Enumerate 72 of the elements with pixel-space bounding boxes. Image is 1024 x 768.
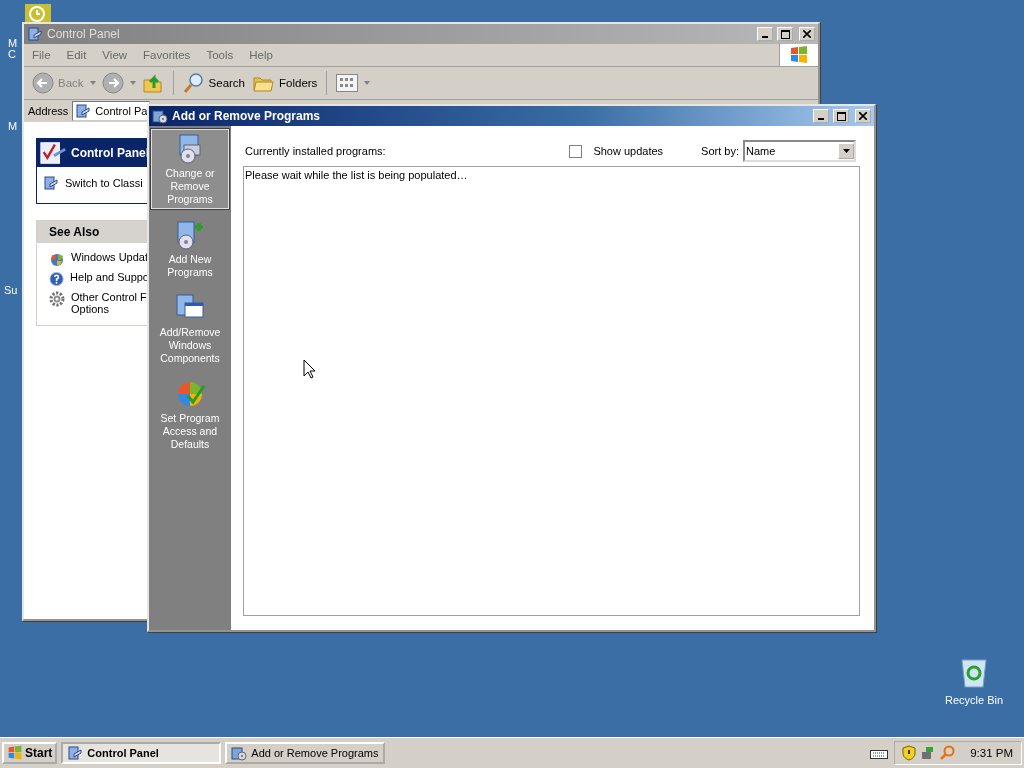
sidebar-item[interactable]: Add New Programs bbox=[151, 215, 229, 282]
search-button[interactable]: Search bbox=[180, 70, 247, 96]
maximize-button[interactable] bbox=[777, 27, 793, 41]
desktop-icon-label: C bbox=[8, 48, 16, 60]
keyboard-icon[interactable] bbox=[870, 747, 889, 759]
taskbar-button[interactable]: Control Panel bbox=[61, 742, 222, 764]
caret-icon bbox=[129, 81, 136, 85]
close-button[interactable] bbox=[799, 27, 815, 41]
program-box-icon bbox=[152, 108, 168, 124]
maximize-button[interactable] bbox=[833, 109, 849, 123]
program-box-icon bbox=[231, 745, 248, 761]
menu-item[interactable]: File bbox=[24, 49, 59, 61]
windows-flag-icon bbox=[7, 745, 23, 761]
dropdown-arrow-icon bbox=[842, 149, 850, 153]
see-also-link[interactable]: Windows Updat bbox=[49, 251, 149, 267]
address-field[interactable]: Control Pa bbox=[72, 101, 151, 121]
view-link[interactable]: Switch to Classi bbox=[37, 167, 149, 203]
close-button[interactable] bbox=[855, 109, 871, 123]
list-heading: Currently installed programs: bbox=[245, 145, 386, 157]
globe-icon bbox=[49, 251, 65, 267]
window-title: Add or Remove Programs bbox=[172, 109, 322, 123]
checklist-icon bbox=[39, 140, 67, 166]
gear-icon bbox=[49, 291, 65, 307]
sort-dropdown[interactable]: Name bbox=[743, 140, 856, 162]
start-button[interactable]: Start bbox=[2, 742, 58, 764]
see-also-link[interactable]: Help and Suppo bbox=[49, 271, 149, 287]
close-icon bbox=[803, 30, 811, 38]
mouse-pointer-icon bbox=[303, 359, 315, 379]
windows-flag-icon bbox=[789, 45, 809, 65]
menu-item[interactable]: Edit bbox=[58, 49, 95, 61]
see-also-link[interactable]: Other Control F Options bbox=[49, 291, 149, 315]
sidebar-item[interactable]: Set Program Access and Defaults bbox=[151, 374, 229, 454]
close-icon bbox=[859, 112, 867, 120]
views-icon bbox=[336, 74, 359, 92]
minimize-button[interactable] bbox=[757, 27, 773, 41]
menu-item[interactable]: View bbox=[94, 49, 136, 61]
checkbox[interactable] bbox=[569, 144, 583, 158]
caret-icon bbox=[364, 81, 371, 85]
shield-icon[interactable] bbox=[901, 745, 918, 761]
desktop-icon-label: Su bbox=[4, 284, 18, 296]
folders-button[interactable]: Folders bbox=[251, 70, 320, 96]
status-message: Please wait while the list is being populated… bbox=[245, 169, 468, 181]
control-panel-icon bbox=[43, 175, 59, 191]
views-button[interactable] bbox=[334, 72, 361, 94]
menu-item[interactable]: Favorites bbox=[135, 49, 199, 61]
desktop-icon-label: Recycle Bin bbox=[944, 694, 1004, 706]
help-icon bbox=[49, 271, 65, 287]
desktop-icon-label: M bbox=[8, 37, 18, 49]
address-label: Address bbox=[28, 105, 69, 117]
folder-up-icon bbox=[141, 72, 164, 94]
sidebar-item[interactable]: Add/Remove Windows Components bbox=[151, 288, 229, 368]
clock: 9:31 PM bbox=[970, 747, 1013, 759]
caret-icon bbox=[89, 81, 96, 85]
forward-button[interactable] bbox=[99, 70, 126, 96]
desktop-icon-label: M bbox=[8, 120, 18, 132]
sort-label: Sort by: bbox=[701, 145, 739, 157]
maximize-icon bbox=[836, 111, 846, 121]
control-panel-icon bbox=[67, 745, 84, 761]
clock-icon bbox=[25, 4, 51, 24]
menu-item[interactable]: Tools bbox=[198, 49, 242, 61]
checkbox-label: Show updates bbox=[593, 145, 664, 157]
recycle-bin-icon[interactable] bbox=[959, 656, 989, 688]
taskbar-button[interactable]: Add or Remove Programs bbox=[225, 742, 386, 764]
control-panel-icon bbox=[75, 103, 92, 119]
add-program-icon bbox=[174, 219, 206, 251]
search-icon bbox=[182, 72, 205, 94]
window-title: Control Panel bbox=[47, 27, 121, 41]
minimize-button[interactable] bbox=[813, 109, 829, 123]
menu-item[interactable]: Help bbox=[241, 49, 281, 61]
maximize-icon bbox=[780, 29, 790, 39]
panel-title: See Also bbox=[37, 221, 149, 243]
control-panel-icon bbox=[27, 26, 43, 42]
